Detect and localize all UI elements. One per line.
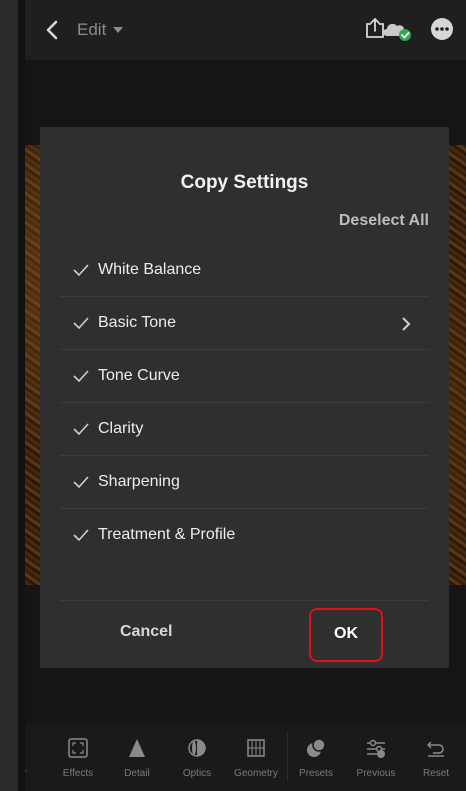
checkmark-icon (73, 529, 89, 542)
checkmark-icon (73, 476, 89, 489)
setting-label: White Balance (98, 261, 202, 278)
checkmark-icon (73, 264, 89, 277)
presets-icon (307, 738, 326, 757)
tool-label: Optics (182, 768, 212, 779)
cancel-button[interactable]: Cancel (120, 623, 172, 641)
tool-previous[interactable]: Previous (348, 725, 404, 791)
caret-down-icon[interactable] (113, 27, 123, 35)
dialog-title: Copy Settings (180, 172, 309, 193)
edit-toolbar: r Effects Detail Optics (25, 725, 466, 791)
optics-icon (188, 739, 206, 757)
tool-detail[interactable]: Detail (109, 725, 165, 791)
ok-button[interactable]: OK (309, 608, 383, 662)
setting-row-tone-curve[interactable]: Tone Curve (60, 350, 429, 403)
tool-label: Presets (299, 768, 333, 779)
tool-optics[interactable]: Optics (169, 725, 225, 791)
top-bar: Edit (25, 0, 466, 60)
detail-icon (129, 739, 145, 757)
tool-color[interactable]: r (25, 725, 53, 791)
ok-button-label: OK (334, 625, 358, 642)
setting-row-basic-tone[interactable]: Basic Tone (60, 297, 429, 350)
effects-icon (68, 738, 88, 758)
tool-label: Effects (62, 768, 94, 779)
setting-label: Basic Tone (98, 314, 176, 331)
more-options-icon[interactable] (430, 17, 454, 41)
deselect-all-button[interactable]: Deselect All (339, 212, 429, 230)
setting-label: Sharpening (98, 473, 180, 490)
tool-label: r (25, 768, 53, 779)
checkmark-icon (73, 370, 89, 383)
setting-row-clarity[interactable]: Clarity (60, 403, 429, 456)
dialog-divider (60, 600, 429, 601)
geometry-icon (247, 739, 265, 757)
mode-dropdown-label[interactable]: Edit (77, 20, 106, 40)
cloud-sync-icon[interactable] (380, 18, 414, 42)
checkmark-icon (73, 423, 89, 436)
back-chevron-icon[interactable] (41, 18, 63, 42)
tool-geometry[interactable]: Geometry (228, 725, 284, 791)
tool-label: Reset (422, 768, 450, 779)
checkmark-icon (73, 317, 89, 330)
setting-row-sharpening[interactable]: Sharpening (60, 456, 429, 509)
setting-row-treatment-profile[interactable]: Treatment & Profile (60, 509, 429, 562)
setting-label: Tone Curve (98, 367, 180, 384)
setting-row-white-balance[interactable]: White Balance (60, 244, 429, 297)
tool-reset[interactable]: Reset (408, 725, 464, 791)
tool-label: Geometry (234, 768, 278, 779)
reset-icon (426, 741, 444, 757)
tool-presets[interactable]: Presets (288, 725, 344, 791)
tool-label: Detail (124, 768, 150, 779)
tool-effects[interactable]: Effects (50, 725, 106, 791)
setting-label: Treatment & Profile (98, 526, 236, 543)
tool-label: Previous (356, 768, 396, 779)
settings-list: White Balance Basic Tone Tone Curve Clar… (60, 244, 429, 562)
left-edge-strip (0, 0, 18, 791)
previous-icon (367, 739, 385, 758)
setting-label: Clarity (98, 420, 144, 437)
copy-settings-dialog: Copy Settings Deselect All White Balance… (40, 127, 449, 668)
chevron-right-icon[interactable] (401, 317, 411, 331)
